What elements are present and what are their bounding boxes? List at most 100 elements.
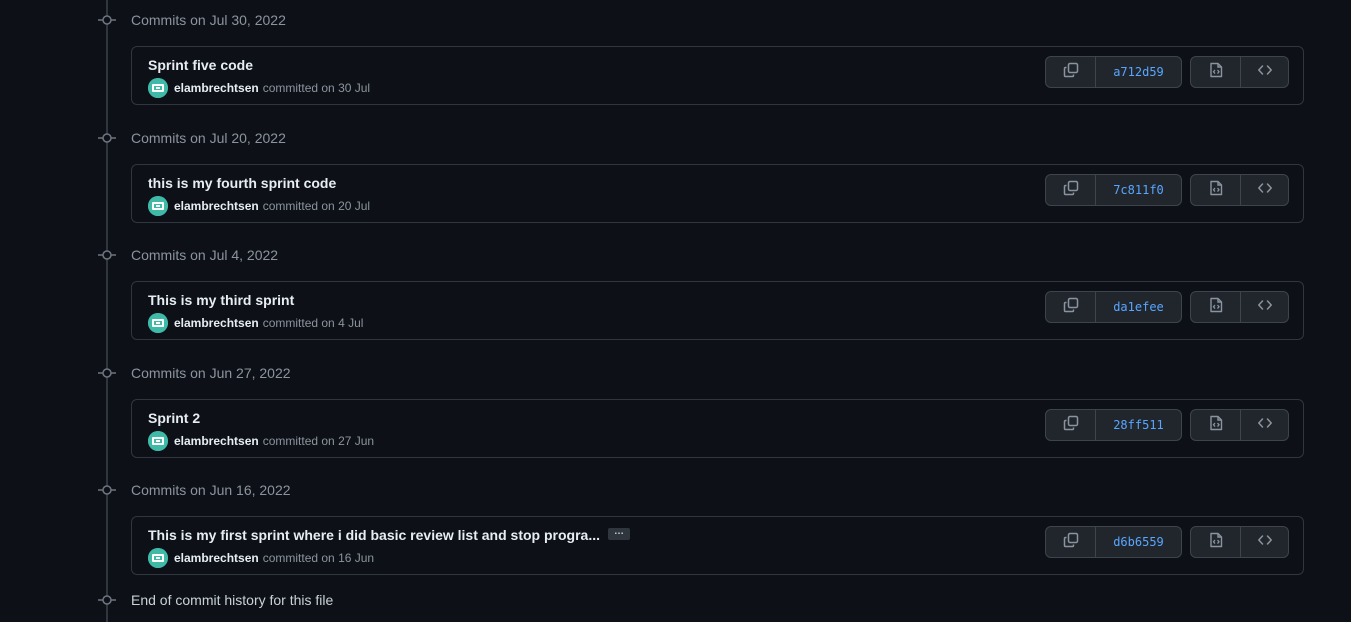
commit-date: committed on 16 Jun — [262, 551, 375, 565]
browse-repo-at-commit-button[interactable] — [1240, 175, 1288, 205]
commit-title-link[interactable]: This is my third sprint — [148, 292, 294, 308]
commit-date: committed on 27 Jun — [262, 434, 375, 448]
avatar[interactable] — [148, 78, 168, 98]
commit-title-text[interactable]: Sprint 2 — [148, 410, 200, 426]
commit-group-date: Commits on Jul 20, 2022 — [131, 130, 286, 146]
git-commit-icon — [96, 365, 118, 381]
sha-button-group: 7c811f0 — [1045, 174, 1182, 206]
commit-row: This is my third sprint elambrechtsen co… — [131, 281, 1304, 340]
file-code-icon — [1208, 62, 1224, 83]
commit-title-text[interactable]: This is my first sprint where i did basi… — [148, 527, 600, 543]
commit-date: committed on 20 Jul — [262, 199, 371, 213]
author-link[interactable]: elambrechtsen — [174, 199, 259, 213]
sha-button-group: a712d59 — [1045, 56, 1182, 88]
copy-sha-button[interactable] — [1046, 527, 1095, 557]
copy-sha-button[interactable] — [1046, 410, 1095, 440]
author-link[interactable]: elambrechtsen — [174, 81, 259, 95]
file-actions-group — [1190, 291, 1289, 323]
git-commit-icon — [96, 247, 118, 263]
commit-group-header: Commits on Jul 20, 2022 — [96, 127, 286, 149]
commit-group-header: Commits on Jul 4, 2022 — [96, 244, 278, 266]
code-icon — [1257, 415, 1273, 436]
file-actions-group — [1190, 174, 1289, 206]
file-actions-group — [1190, 526, 1289, 558]
view-file-at-commit-button[interactable] — [1191, 292, 1240, 322]
sha-button-group: da1efee — [1045, 291, 1182, 323]
commit-meta: elambrechtsen committed on 4 Jul — [148, 313, 363, 333]
file-code-icon — [1208, 532, 1224, 553]
avatar[interactable] — [148, 196, 168, 216]
commit-title-link[interactable]: This is my first sprint where i did basi… — [148, 527, 630, 543]
expand-message-button[interactable]: … — [608, 527, 630, 541]
copy-sha-button[interactable] — [1046, 175, 1095, 205]
commit-sha-link[interactable]: d6b6559 — [1095, 527, 1181, 557]
commit-meta: elambrechtsen committed on 20 Jul — [148, 196, 370, 216]
commit-group-date: Commits on Jun 16, 2022 — [131, 482, 291, 498]
copy-icon — [1063, 532, 1079, 553]
copy-icon — [1063, 297, 1079, 318]
commit-sha-link[interactable]: a712d59 — [1095, 57, 1181, 87]
copy-icon — [1063, 180, 1079, 201]
commit-sha-link[interactable]: 28ff511 — [1095, 410, 1181, 440]
author-link[interactable]: elambrechtsen — [174, 316, 259, 330]
author-link[interactable]: elambrechtsen — [174, 434, 259, 448]
file-code-icon — [1208, 297, 1224, 318]
view-file-at-commit-button[interactable] — [1191, 410, 1240, 440]
file-actions-group — [1190, 409, 1289, 441]
copy-sha-button[interactable] — [1046, 292, 1095, 322]
commit-date: committed on 30 Jul — [262, 81, 371, 95]
browse-repo-at-commit-button[interactable] — [1240, 57, 1288, 87]
commit-title-text[interactable]: this is my fourth sprint code — [148, 175, 336, 191]
commit-row: This is my first sprint where i did basi… — [131, 516, 1304, 575]
file-code-icon — [1208, 415, 1224, 436]
avatar[interactable] — [148, 313, 168, 333]
view-file-at-commit-button[interactable] — [1191, 175, 1240, 205]
commit-row: Sprint 2 elambrechtsen committed on 27 J… — [131, 399, 1304, 458]
code-icon — [1257, 297, 1273, 318]
file-actions-group — [1190, 56, 1289, 88]
copy-icon — [1063, 415, 1079, 436]
timeline-line — [106, 0, 108, 622]
view-file-at-commit-button[interactable] — [1191, 57, 1240, 87]
copy-sha-button[interactable] — [1046, 57, 1095, 87]
commit-row: this is my fourth sprint code elambrecht… — [131, 164, 1304, 223]
git-commit-icon — [96, 12, 118, 28]
author-link[interactable]: elambrechtsen — [174, 551, 259, 565]
commit-group-date: Commits on Jun 27, 2022 — [131, 365, 291, 381]
copy-icon — [1063, 62, 1079, 83]
commit-group-header: Commits on Jun 27, 2022 — [96, 362, 291, 384]
code-icon — [1257, 180, 1273, 201]
commit-title-link[interactable]: Sprint 2 — [148, 410, 200, 426]
commit-meta: elambrechtsen committed on 27 Jun — [148, 431, 374, 451]
commit-group-header: Commits on Jun 16, 2022 — [96, 479, 291, 501]
browse-repo-at-commit-button[interactable] — [1240, 527, 1288, 557]
file-code-icon — [1208, 180, 1224, 201]
git-commit-icon — [96, 482, 118, 498]
commit-group-header: Commits on Jul 30, 2022 — [96, 9, 286, 31]
commit-group-date: Commits on Jul 30, 2022 — [131, 12, 286, 28]
sha-button-group: 28ff511 — [1045, 409, 1182, 441]
commit-title-text[interactable]: Sprint five code — [148, 57, 253, 73]
commit-sha-link[interactable]: 7c811f0 — [1095, 175, 1181, 205]
avatar[interactable] — [148, 548, 168, 568]
browse-repo-at-commit-button[interactable] — [1240, 410, 1288, 440]
git-commit-icon — [96, 592, 118, 608]
end-of-history-label: End of commit history for this file — [131, 592, 334, 608]
commit-title-text[interactable]: This is my third sprint — [148, 292, 294, 308]
commit-meta: elambrechtsen committed on 30 Jul — [148, 78, 370, 98]
view-file-at-commit-button[interactable] — [1191, 527, 1240, 557]
commit-group-date: Commits on Jul 4, 2022 — [131, 247, 279, 263]
code-icon — [1257, 532, 1273, 553]
commit-row: Sprint five code elambrechtsen committed… — [131, 46, 1304, 105]
code-icon — [1257, 62, 1273, 83]
browse-repo-at-commit-button[interactable] — [1240, 292, 1288, 322]
avatar[interactable] — [148, 431, 168, 451]
commit-title-link[interactable]: Sprint five code — [148, 57, 253, 73]
end-of-history: End of commit history for this file — [96, 589, 333, 611]
commit-meta: elambrechtsen committed on 16 Jun — [148, 548, 374, 568]
commit-sha-link[interactable]: da1efee — [1095, 292, 1181, 322]
commit-date: committed on 4 Jul — [262, 316, 364, 330]
git-commit-icon — [96, 130, 118, 146]
sha-button-group: d6b6559 — [1045, 526, 1182, 558]
commit-title-link[interactable]: this is my fourth sprint code — [148, 175, 336, 191]
